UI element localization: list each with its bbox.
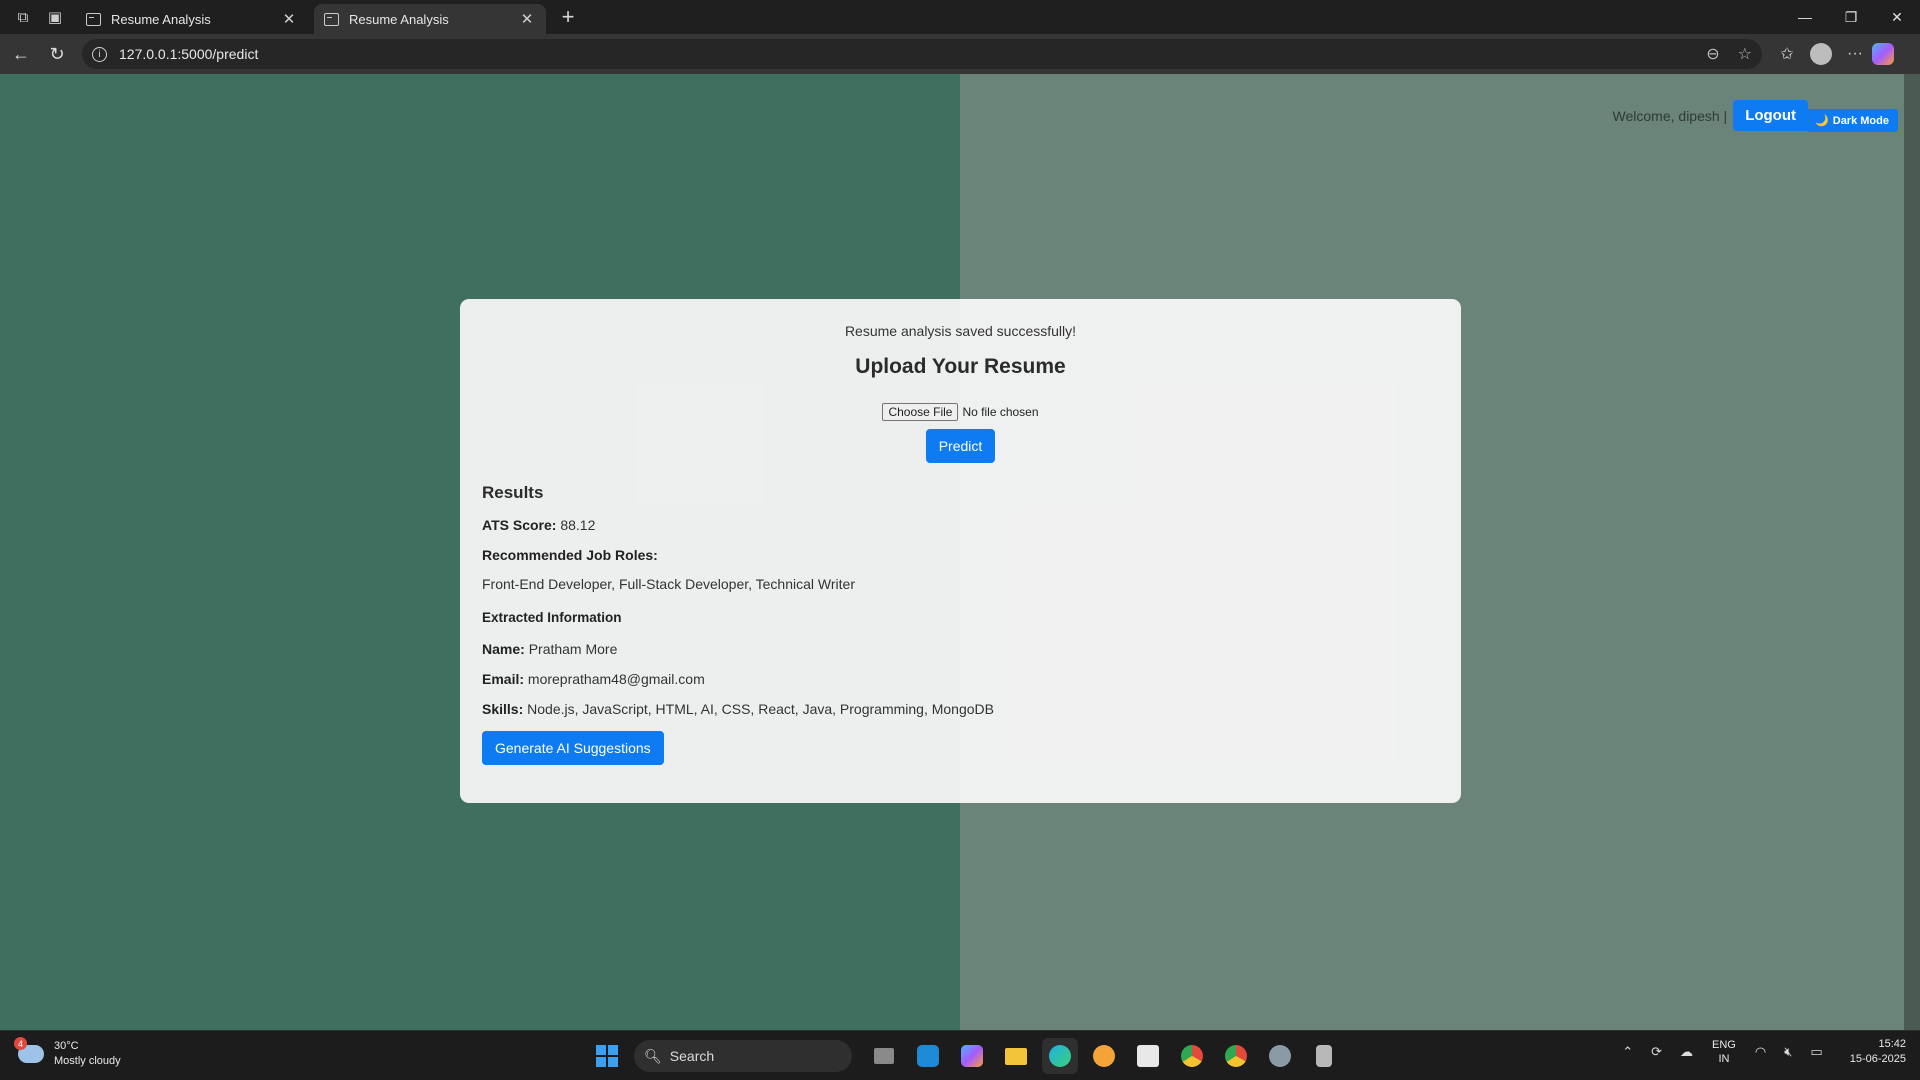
recommended-roles: Front-End Developer, Full-Stack Develope… (482, 576, 855, 592)
edge-browser-icon[interactable] (1042, 1038, 1078, 1074)
favorite-star-icon[interactable]: ☆ (1738, 44, 1752, 64)
workspaces-icon[interactable]: ⧉ (8, 2, 38, 32)
chevron-up-icon[interactable]: ⌃ (1622, 1044, 1633, 1060)
clock[interactable]: 15:42 15-06-2025 (1850, 1037, 1906, 1067)
no-file-text: No file chosen (962, 405, 1039, 419)
language-indicator[interactable]: ENG IN (1712, 1038, 1736, 1066)
taskbar-center: 🔍︎ Search (590, 1038, 1346, 1074)
roles-label: Recommended Job Roles: (482, 547, 658, 563)
close-icon[interactable]: ✕ (1874, 0, 1920, 34)
page-viewport: Welcome, dipesh | Logout 🌙 Dark Mode Res… (0, 74, 1920, 1030)
vertical-tabs-icon[interactable]: ▣ (40, 2, 70, 32)
tab-resume-analysis-1[interactable]: Resume Analysis ✕ (76, 4, 308, 34)
more-menu-icon[interactable]: ··· (1838, 45, 1872, 63)
name-value: Pratham More (528, 641, 618, 657)
restore-icon[interactable]: ❐ (1828, 0, 1874, 34)
battery-icon[interactable]: ▭ (1810, 1044, 1822, 1060)
browser-tab-bar: ⧉ ▣ Resume Analysis ✕ Resume Analysis ✕ … (0, 0, 1920, 34)
database-icon[interactable] (1306, 1038, 1342, 1074)
url-field[interactable]: i 127.0.0.1:5000/predict ⊖ ☆ (82, 39, 1762, 69)
tab-resume-analysis-2[interactable]: Resume Analysis ✕ (314, 4, 546, 34)
tab-favicon-icon (324, 12, 339, 26)
welcome-text: Welcome, dipesh | (1612, 107, 1728, 124)
brave-icon[interactable] (1086, 1038, 1122, 1074)
tab-close-icon[interactable]: ✕ (280, 10, 298, 28)
browser-toolbar-right: ✩ ··· (1770, 43, 1894, 65)
taskbar-search[interactable]: 🔍︎ Search (634, 1040, 852, 1072)
back-arrow-icon[interactable]: ← (6, 39, 36, 69)
page-scrollbar[interactable] (1904, 74, 1920, 1030)
skills-label: Skills: (482, 701, 524, 717)
chrome-icon[interactable] (1174, 1038, 1210, 1074)
email-value: morepratham48@gmail.com (527, 671, 705, 687)
moon-icon: 🌙 (1815, 115, 1829, 127)
favorites-icon[interactable]: ✩ (1770, 44, 1804, 64)
tab-close-icon[interactable]: ✕ (518, 10, 536, 28)
dark-mode-button[interactable]: 🌙 Dark Mode (1806, 109, 1898, 132)
profile-avatar[interactable] (1810, 43, 1832, 65)
user-bar: Welcome, dipesh | Logout (1613, 100, 1808, 131)
temperature: 30°C (54, 1040, 79, 1052)
vscode-icon[interactable] (910, 1038, 946, 1074)
zoom-out-icon[interactable]: ⊖ (1706, 44, 1719, 64)
date: 15-06-2025 (1849, 1053, 1906, 1065)
name-row: Name: Pratham More (482, 641, 1439, 657)
settings-gear-icon[interactable] (1262, 1038, 1298, 1074)
search-label: Search (669, 1048, 715, 1064)
tab-favicon-icon (86, 12, 101, 26)
email-row: Email: morepratham48@gmail.com (482, 671, 1439, 687)
predict-button[interactable]: Predict (925, 429, 996, 463)
file-input[interactable]: Choose File No file chosen (482, 403, 1439, 421)
sync-icon[interactable]: ⟳ (1651, 1044, 1662, 1060)
taskbar: 4 30°C Mostly cloudy 🔍︎ Search ⌃ ⟳ ☁ ENG… (0, 1030, 1920, 1080)
taskbar-apps (862, 1038, 1346, 1074)
cloud-icon: 4 (14, 1037, 44, 1063)
skills-value: Node.js, JavaScript, HTML, AI, CSS, Reac… (527, 701, 994, 717)
copilot-icon[interactable] (1872, 43, 1894, 65)
address-bar-row: ← ↻ i 127.0.0.1:5000/predict ⊖ ☆ ✩ ··· (0, 34, 1920, 74)
store-icon[interactable] (1130, 1038, 1166, 1074)
results-heading: Results (482, 483, 544, 502)
weather-badge: 4 (14, 1037, 27, 1050)
email-label: Email: (482, 671, 525, 687)
ats-score-label: ATS Score: (482, 517, 557, 533)
wifi-icon[interactable]: ◠ (1755, 1044, 1766, 1060)
chrome-profile-icon[interactable] (1218, 1038, 1254, 1074)
file-explorer-icon[interactable] (998, 1038, 1034, 1074)
volume-muted-icon[interactable]: 🔇︎ (1784, 1044, 1792, 1060)
system-tray: ⌃ ⟳ ☁ ENG IN ◠ 🔇︎ ▭ 15:42 15-06-2025 (1613, 1037, 1906, 1067)
tab-title: Resume Analysis (111, 11, 211, 27)
windows-start-icon[interactable] (590, 1039, 624, 1073)
weather-condition: Mostly cloudy (54, 1055, 121, 1067)
page-title: Upload Your Resume (855, 355, 1066, 378)
language-code: ENG (1712, 1039, 1736, 1051)
dark-mode-label: Dark Mode (1832, 114, 1889, 127)
ats-score-value: 88.12 (560, 517, 596, 533)
site-info-icon[interactable]: i (92, 46, 107, 62)
logout-button[interactable]: Logout (1733, 100, 1808, 131)
onedrive-icon[interactable]: ☁ (1680, 1044, 1693, 1060)
resume-card: Resume analysis saved successfully! Uplo… (460, 299, 1461, 803)
name-label: Name: (482, 641, 525, 657)
choose-file-button[interactable]: Choose File (882, 403, 959, 421)
weather-widget[interactable]: 4 30°C Mostly cloudy (14, 1037, 121, 1069)
minimize-icon[interactable]: — (1782, 0, 1828, 34)
refresh-icon[interactable]: ↻ (42, 39, 72, 69)
window-controls: — ❐ ✕ (1782, 0, 1920, 34)
region-code: IN (1718, 1053, 1730, 1065)
skills-row: Skills: Node.js, JavaScript, HTML, AI, C… (482, 701, 1439, 717)
roles-label-row: Recommended Job Roles: (482, 547, 1439, 563)
success-message: Resume analysis saved successfully! (844, 323, 1077, 339)
ats-score: ATS Score: 88.12 (482, 517, 1439, 533)
url-text[interactable]: 127.0.0.1:5000/predict (119, 46, 1688, 62)
task-view-icon[interactable] (866, 1038, 902, 1074)
time: 15:42 (1878, 1038, 1906, 1050)
plus-icon[interactable]: + (554, 3, 582, 31)
tab-title: Resume Analysis (349, 11, 449, 27)
extracted-info-heading: Extracted Information (482, 610, 622, 625)
search-icon: 🔍︎ (644, 1047, 662, 1064)
generate-ai-suggestions-button[interactable]: Generate AI Suggestions (482, 731, 664, 765)
copilot-app-icon[interactable] (954, 1038, 990, 1074)
